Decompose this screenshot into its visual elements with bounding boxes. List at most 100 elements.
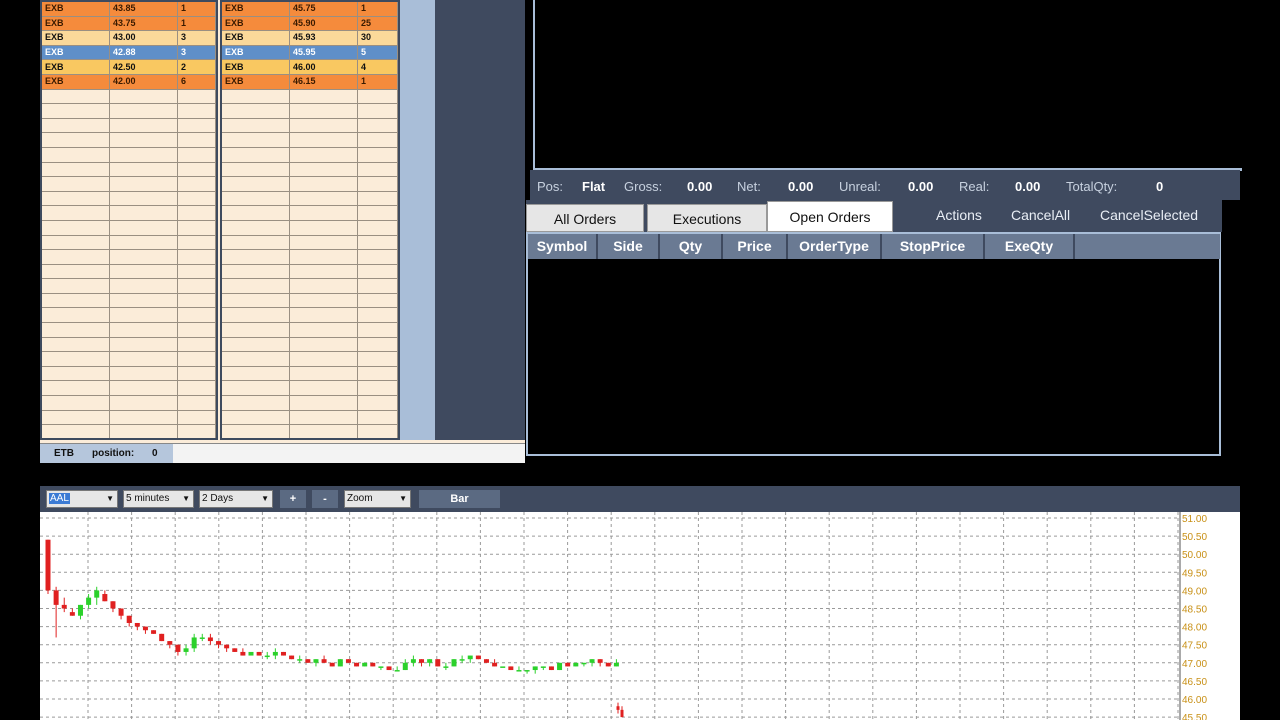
bid-book-row[interactable] [42,351,216,367]
ask-book-row[interactable] [222,205,398,221]
interval-select[interactable]: 5 minutes ▼ [123,490,194,508]
bid-book-row[interactable]: EXB 43.00 3 [42,30,216,46]
bid-book-table: EXB 43.85 1 EXB 43.75 1 EXB 43.00 3 EXB 42.88 3 EXB 4… [42,2,216,440]
bid-book-price-cell [109,191,178,207]
col-symbol[interactable]: Symbol [528,234,598,259]
ask-book[interactable]: EXB 45.75 1 EXB 45.90 25 EXB 45.93 30 EXB 45.95 5 EX… [220,0,400,440]
ask-book-row[interactable] [222,249,398,265]
col-ordertype[interactable]: OrderType [788,234,882,259]
bid-book-row[interactable] [42,249,216,265]
ask-book-row[interactable] [222,439,398,440]
bar-type-button[interactable]: Bar [419,490,500,508]
col-side[interactable]: Side [598,234,660,259]
actions-menu[interactable]: Actions [936,207,982,223]
ask-book-row[interactable] [222,220,398,236]
ask-book-size-cell [357,132,398,148]
bid-book-row[interactable] [42,147,216,163]
ask-book-row[interactable] [222,235,398,251]
ask-book-row[interactable]: EXB 45.93 30 [222,30,398,46]
bid-book[interactable]: EXB 43.85 1 EXB 43.75 1 EXB 43.00 3 EXB 42.88 3 EXB 4… [40,0,218,440]
ask-book-row[interactable]: EXB 46.15 1 [222,74,398,90]
bid-book-row[interactable] [42,176,216,192]
ask-book-row[interactable]: EXB 45.90 25 [222,16,398,32]
bid-book-row[interactable] [42,395,216,411]
ask-book-row[interactable] [222,103,398,119]
bid-book-row[interactable] [42,293,216,309]
open-orders-grid[interactable]: Symbol Side Qty Price OrderType StopPric… [526,232,1221,456]
tab-open-orders[interactable]: Open Orders [767,201,893,232]
candle-body [548,666,554,671]
bid-book-row[interactable] [42,103,216,119]
ask-book-row[interactable] [222,293,398,309]
zoom-select[interactable]: Zoom ▼ [344,490,411,508]
bid-book-row[interactable] [42,89,216,105]
zoom-out-button[interactable]: - [312,490,338,508]
col-exeqty[interactable]: ExeQty [985,234,1075,259]
price-chart[interactable]: 51.00 50.50 50.00 49.50 49.00 48.50 48.00 47.50… [40,512,1240,720]
ask-book-row[interactable]: EXB 46.00 4 [222,59,398,75]
price-chart-svg[interactable]: 51.00 50.50 50.00 49.50 49.00 48.50 48.00 47.50… [40,512,1240,720]
ask-book-row[interactable] [222,322,398,338]
ask-book-row[interactable] [222,278,398,294]
ask-book-row[interactable] [222,176,398,192]
range-select[interactable]: 2 Days ▼ [199,490,273,508]
bid-book-row[interactable]: EXB 42.00 6 [42,74,216,90]
candle-body [443,666,449,668]
bid-book-row[interactable] [42,366,216,382]
ask-book-size-cell [357,205,398,221]
bid-book-row[interactable] [42,380,216,397]
bid-book-row[interactable] [42,191,216,207]
ask-book-row[interactable] [222,366,398,382]
candle-body [451,659,457,667]
ask-book-row[interactable] [222,118,398,134]
bid-book-size-cell [177,307,216,324]
tab-all-orders[interactable]: All Orders [526,204,644,232]
bid-book-row[interactable] [42,410,216,426]
ask-book-row[interactable]: EXB 45.95 5 [222,45,398,61]
bid-book-row[interactable] [42,278,216,294]
bid-book-row[interactable] [42,337,216,353]
bid-book-size-cell [177,293,216,309]
ask-book-row[interactable] [222,147,398,163]
tab-executions[interactable]: Executions [647,204,767,232]
bid-book-row[interactable] [42,322,216,338]
ask-book-row[interactable] [222,337,398,353]
ask-book-row[interactable] [222,351,398,367]
symbol-select[interactable]: AAL ▼ [46,490,118,508]
col-price[interactable]: Price [723,234,788,259]
bid-book-row[interactable] [42,424,216,438]
ask-book-row[interactable] [222,89,398,105]
zoom-in-button[interactable]: + [280,490,306,508]
col-stopprice[interactable]: StopPrice [882,234,985,259]
ask-book-row[interactable] [222,424,398,438]
ask-book-row[interactable] [222,410,398,426]
bid-book-row[interactable]: EXB 43.75 1 [42,16,216,32]
ask-book-row[interactable] [222,132,398,148]
bid-book-row[interactable] [42,132,216,148]
bid-book-row[interactable]: EXB 43.85 1 [42,2,216,17]
bid-book-row[interactable] [42,307,216,324]
cancel-selected-button[interactable]: CancelSelected [1100,207,1198,223]
ask-book-row[interactable] [222,162,398,178]
bid-book-row[interactable] [42,162,216,178]
ask-book-row[interactable] [222,395,398,411]
ask-book-row[interactable] [222,191,398,207]
bid-book-row[interactable] [42,205,216,221]
ask-book-row[interactable]: EXB 45.75 1 [222,2,398,17]
ask-book-row[interactable] [222,264,398,280]
candle-body [207,637,213,642]
bid-book-row[interactable]: EXB 42.50 2 [42,59,216,75]
bid-book-price-cell [109,162,178,178]
bid-book-row[interactable] [42,220,216,236]
bid-book-exchange-cell [42,410,110,426]
bid-book-row[interactable]: EXB 42.88 3 [42,45,216,61]
bid-book-row[interactable] [42,235,216,251]
ask-book-row[interactable] [222,307,398,324]
candle-body [345,659,351,663]
bid-book-row[interactable] [42,118,216,134]
cancel-all-button[interactable]: CancelAll [1011,207,1070,223]
bid-book-row[interactable] [42,264,216,280]
bid-book-row[interactable] [42,439,216,440]
ask-book-row[interactable] [222,380,398,397]
col-qty[interactable]: Qty [660,234,723,259]
